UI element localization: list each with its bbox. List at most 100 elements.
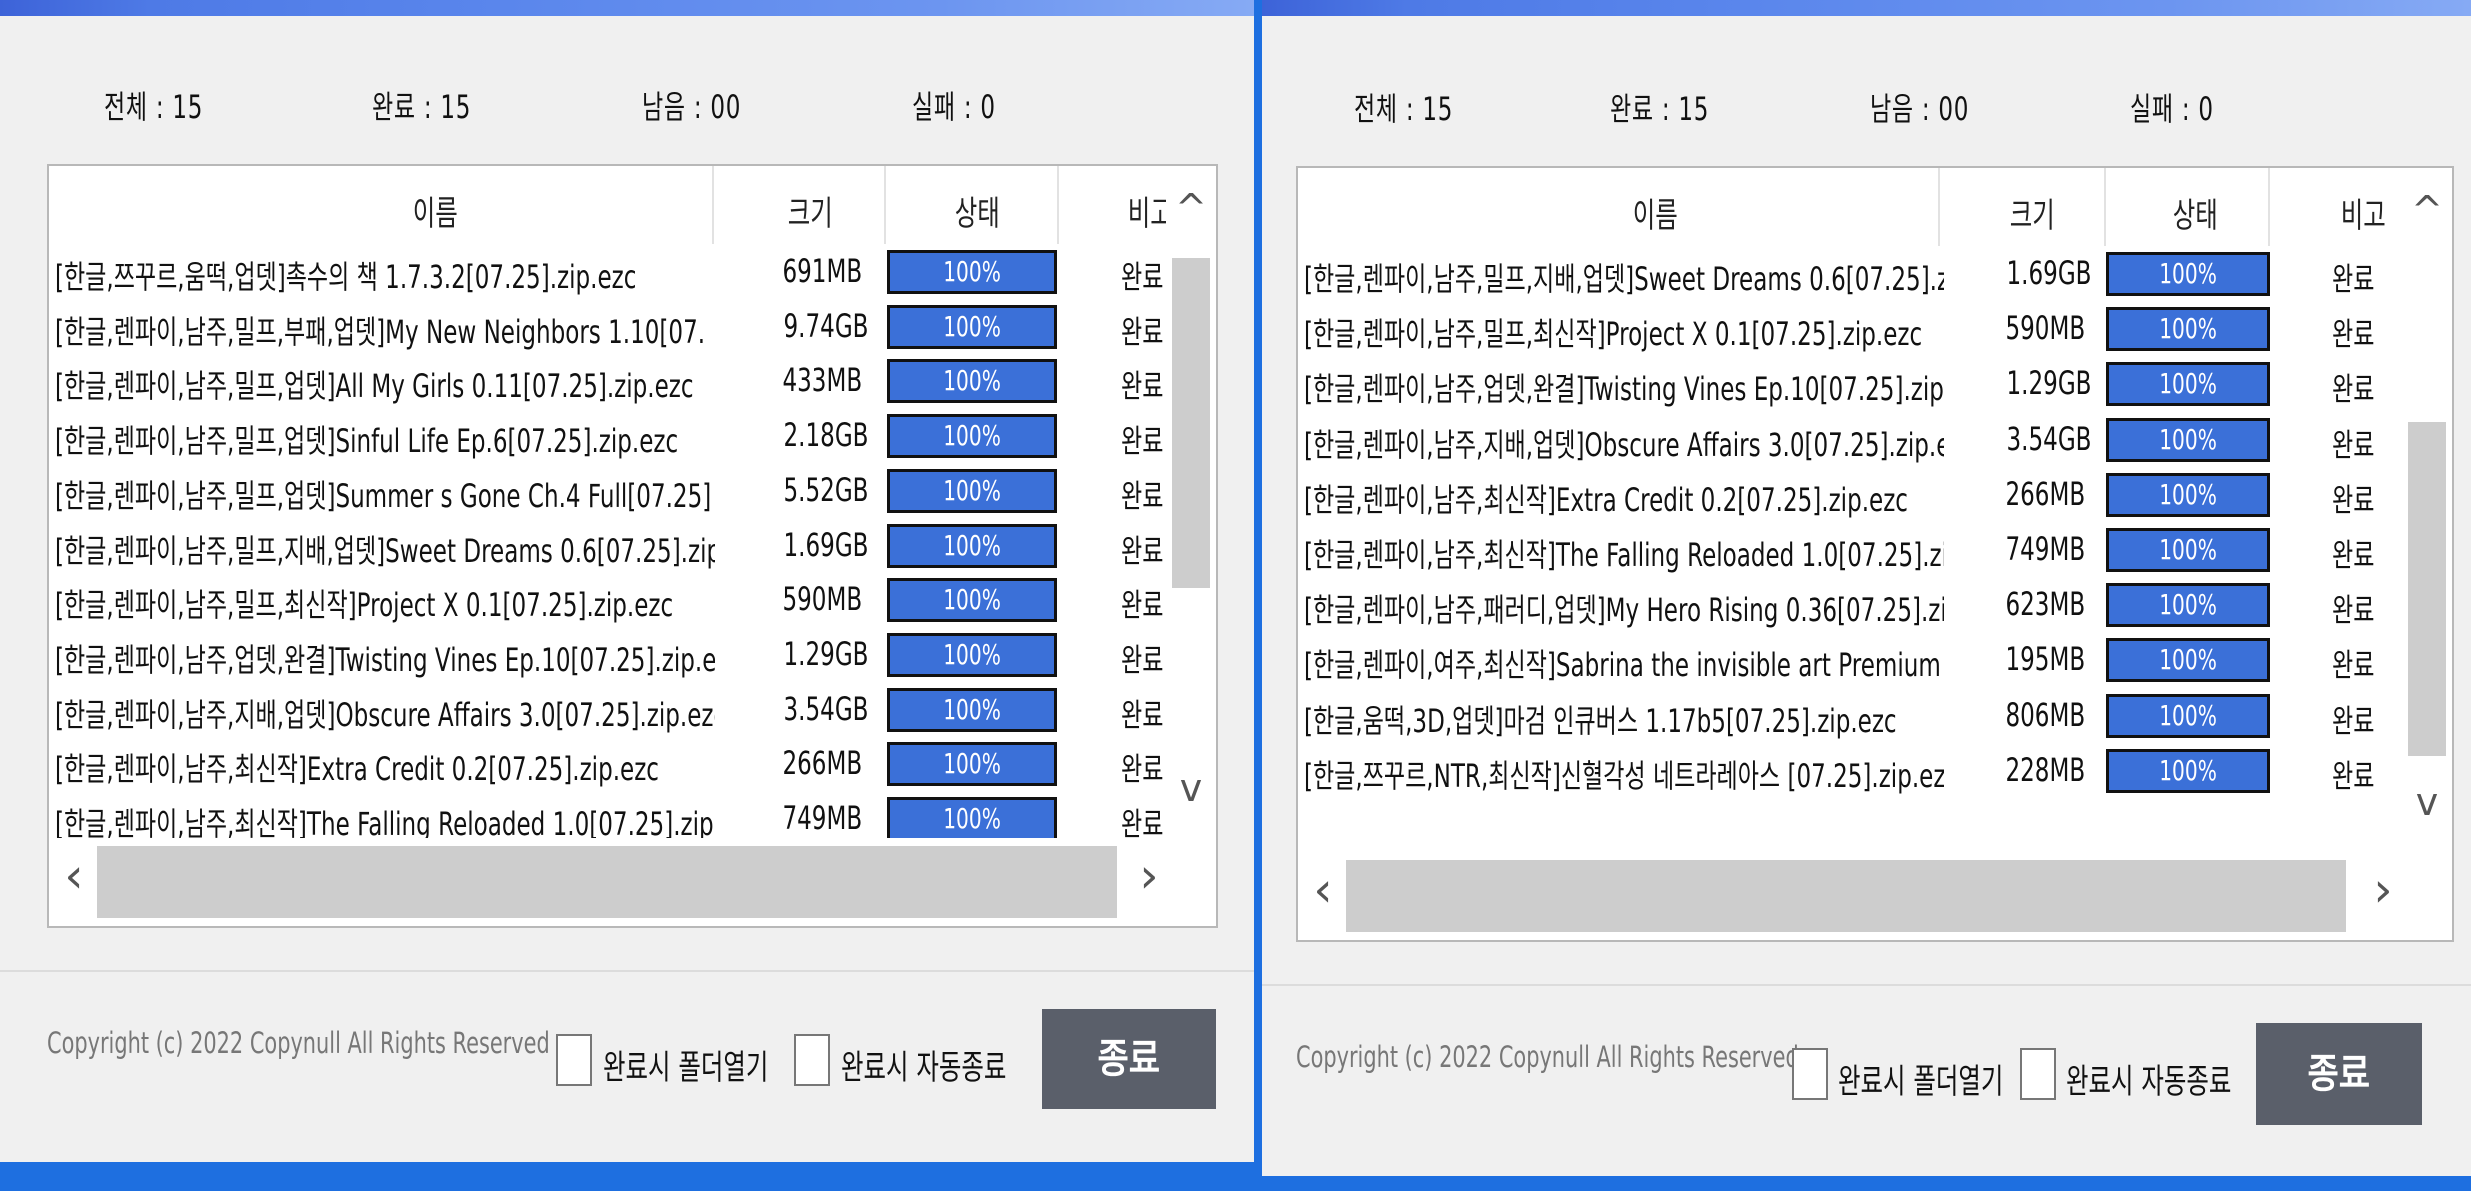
title-bar[interactable] — [0, 0, 1254, 16]
scroll-down-icon[interactable]: v — [1166, 766, 1216, 810]
file-name-text: [한글,렌파이,남주,최신작]The Falling Reloaded 1.0[… — [1304, 536, 1944, 574]
copyright-text: Copyright (c) 2022 Copynull All Rights R… — [47, 1026, 550, 1060]
scroll-left-icon[interactable]: ‹ — [1298, 862, 1348, 918]
scroll-right-icon[interactable]: › — [2358, 862, 2408, 918]
close-button[interactable]: 종료 — [1042, 1009, 1216, 1109]
file-list[interactable]: 이름 크기 상태 비고 [한글,렌파이,남주,밀프,지배,업뎃]Sweet Dr… — [1296, 166, 2454, 942]
list-item[interactable]: [한글,렌파이,남주,밀프,최신작]Project X 0.1[07.25].z… — [1298, 301, 2418, 356]
list-item[interactable]: [한글,렌파이,남주,지배,업뎃]Obscure Affairs 3.0[07.… — [1298, 412, 2418, 467]
file-name: [한글,렌파이,남주,최신작]The Falling Reloaded 1.0[… — [1304, 530, 1944, 576]
close-button-label: 종료 — [2307, 1051, 2371, 1097]
list-item[interactable]: [한글,렌파이,남주,밀프,업뎃]Summer s Gone Ch.4 Full… — [49, 463, 1169, 518]
file-size: 749MB — [782, 799, 863, 837]
list-item[interactable]: [한글,렌파이,남주,밀프,업뎃]Sinful Life Ep.6[07.25]… — [49, 408, 1169, 463]
list-item[interactable]: [한글,렌파이,남주,밀프,부패,업뎃]My New Neighbors 1.1… — [49, 299, 1169, 354]
scroll-up-icon[interactable]: ^ — [2402, 188, 2452, 232]
horizontal-scrollbar[interactable]: ‹ › — [49, 838, 1170, 926]
status-note: 완료 — [1121, 531, 1164, 570]
column-header-size[interactable]: 크기 — [788, 186, 833, 235]
list-item[interactable]: [한글,렌파이,남주,업뎃,완결]Twisting Vines Ep.10[07… — [49, 627, 1169, 682]
list-item[interactable]: [한글,렌파이,여주,최신작]Sabrina the invisible art… — [1298, 632, 2418, 687]
scroll-left-icon[interactable]: ‹ — [49, 848, 99, 904]
status-note: 완료 — [2332, 425, 2375, 464]
list-item[interactable]: [한글,쯔꾸르,NTR,최신작]신혈각성 네트라레아스 [07.25].zip.… — [1298, 743, 2418, 798]
stat-failed: 실패 : 0 — [2130, 90, 2214, 128]
progress-label: 100% — [943, 473, 1001, 507]
file-size: 3.54GB — [2006, 419, 2092, 458]
list-item[interactable]: [한글,쯔꾸르,움떡,업뎃]촉수의 책 1.7.3.2[07.25].zip.e… — [49, 244, 1169, 299]
progress-label: 100% — [2159, 588, 2217, 622]
file-name: [한글,렌파이,남주,밀프,업뎃]Summer s Gone Ch.4 Full… — [55, 471, 715, 517]
progress-bar: 100% — [2106, 472, 2270, 517]
list-item[interactable]: [한글,렌파이,남주,밀프,지배,업뎃]Sweet Dreams 0.6[07.… — [49, 518, 1169, 573]
vertical-scrollbar[interactable]: ^ v — [2402, 168, 2452, 854]
horizontal-scrollbar[interactable]: ‹ › — [1298, 852, 2406, 940]
list-item[interactable]: [한글,렌파이,남주,지배,업뎃]Obscure Affairs 3.0[07.… — [49, 682, 1169, 737]
file-size: 1.29GB — [783, 634, 869, 673]
column-header-note[interactable]: 비고 — [2341, 188, 2386, 237]
status-note: 완료 — [2332, 315, 2375, 354]
file-name: [한글,쯔꾸르,NTR,최신작]신혈각성 네트라레아스 [07.25].zip.… — [1304, 751, 1944, 797]
vertical-scroll-thumb[interactable] — [2408, 422, 2446, 756]
progress-label: 100% — [943, 637, 1001, 671]
list-item[interactable]: [한글,렌파이,남주,업뎃,완결]Twisting Vines Ep.10[07… — [1298, 356, 2418, 411]
file-name-text: [한글,렌파이,남주,밀프,지배,업뎃]Sweet Dreams 0.6[07.… — [1304, 260, 1944, 298]
open-folder-checkbox[interactable] — [556, 1034, 592, 1086]
file-list[interactable]: 이름 크기 상태 비고 [한글,쯔꾸르,움떡,업뎃]촉수의 책 1.7.3.2[… — [47, 164, 1218, 928]
horizontal-scroll-thumb[interactable] — [97, 846, 1117, 918]
file-name: [한글,렌파이,남주,최신작]Extra Credit 0.2[07.25].z… — [55, 744, 715, 790]
column-header-name[interactable]: 이름 — [1633, 188, 1678, 237]
close-button[interactable]: 종료 — [2256, 1023, 2422, 1125]
file-size: 5.52GB — [783, 470, 869, 509]
column-header-size[interactable]: 크기 — [2010, 188, 2055, 237]
list-item[interactable]: [한글,렌파이,남주,밀프,업뎃]All My Girls 0.11[07.25… — [49, 353, 1169, 408]
auto-close-checkbox[interactable] — [794, 1034, 830, 1086]
file-name: [한글,렌파이,남주,밀프,업뎃]All My Girls 0.11[07.25… — [55, 361, 715, 407]
list-item[interactable]: [한글,움떡,3D,업뎃]마검 인큐버스 1.17b5[07.25].zip.e… — [1298, 688, 2418, 743]
file-name: [한글,렌파이,남주,지배,업뎃]Obscure Affairs 3.0[07.… — [55, 690, 715, 736]
progress-bar: 100% — [2106, 583, 2270, 628]
stat-failed: 실패 : 0 — [912, 88, 996, 126]
vertical-scroll-thumb[interactable] — [1172, 258, 1210, 588]
progress-bar: 100% — [887, 687, 1057, 732]
progress-bar: 100% — [887, 632, 1057, 677]
status-note: 완료 — [2332, 480, 2375, 519]
file-size: 228MB — [2005, 750, 2086, 789]
progress-label: 100% — [2159, 533, 2217, 566]
scroll-right-icon[interactable]: › — [1124, 848, 1174, 904]
list-item[interactable]: [한글,렌파이,남주,패러디,업뎃]My Hero Rising 0.36[07… — [1298, 577, 2418, 632]
list-header: 이름 크기 상태 비고 — [1298, 168, 2418, 246]
list-item[interactable]: [한글,렌파이,남주,최신작]Extra Credit 0.2[07.25].z… — [49, 736, 1169, 791]
stat-done: 완료 : 15 — [1610, 90, 1710, 128]
file-size: 266MB — [2005, 474, 2086, 513]
vertical-scrollbar[interactable]: ^ v — [1166, 166, 1216, 842]
status-note: 완료 — [2332, 370, 2375, 409]
progress-label: 100% — [2159, 422, 2217, 456]
auto-close-label: 완료시 자동종료 — [2066, 1062, 2232, 1102]
column-header-status[interactable]: 상태 — [955, 186, 1000, 235]
column-header-name[interactable]: 이름 — [413, 186, 458, 235]
status-note: 완료 — [2332, 260, 2375, 298]
list-item[interactable]: [한글,렌파이,남주,밀프,지배,업뎃]Sweet Dreams 0.6[07.… — [1298, 246, 2418, 301]
file-size: 1.29GB — [2006, 364, 2092, 403]
horizontal-scroll-thumb[interactable] — [1346, 860, 2346, 932]
scroll-up-icon[interactable]: ^ — [1166, 186, 1216, 230]
file-size: 2.18GB — [783, 416, 869, 455]
file-name-text: [한글,렌파이,남주,지배,업뎃]Obscure Affairs 3.0[07.… — [55, 695, 715, 734]
auto-close-checkbox[interactable] — [2020, 1048, 2056, 1100]
list-item[interactable]: [한글,렌파이,남주,최신작]Extra Credit 0.2[07.25].z… — [1298, 467, 2418, 522]
file-name: [한글,렌파이,여주,최신작]Sabrina the invisible art… — [1304, 640, 1944, 686]
file-name: [한글,렌파이,남주,밀프,최신작]Project X 0.1[07.25].z… — [55, 580, 715, 626]
list-item[interactable]: [한글,렌파이,남주,밀프,최신작]Project X 0.1[07.25].z… — [49, 572, 1169, 627]
file-name-text: [한글,렌파이,남주,밀프,최신작]Project X 0.1[07.25].z… — [55, 586, 674, 625]
scroll-down-icon[interactable]: v — [2402, 780, 2452, 824]
open-folder-checkbox[interactable] — [1792, 1048, 1828, 1100]
list-item[interactable]: [한글,렌파이,남주,최신작]The Falling Reloaded 1.0[… — [1298, 522, 2418, 577]
title-bar[interactable] — [1262, 0, 2471, 16]
file-name-text: [한글,렌파이,여주,최신작]Sabrina the invisible art… — [1304, 646, 1944, 685]
status-note: 완료 — [1121, 422, 1164, 461]
progress-label: 100% — [2159, 477, 2217, 511]
column-header-status[interactable]: 상태 — [2173, 188, 2218, 237]
progress-bar: 100% — [2106, 307, 2270, 352]
footer-divider — [1262, 984, 2471, 986]
